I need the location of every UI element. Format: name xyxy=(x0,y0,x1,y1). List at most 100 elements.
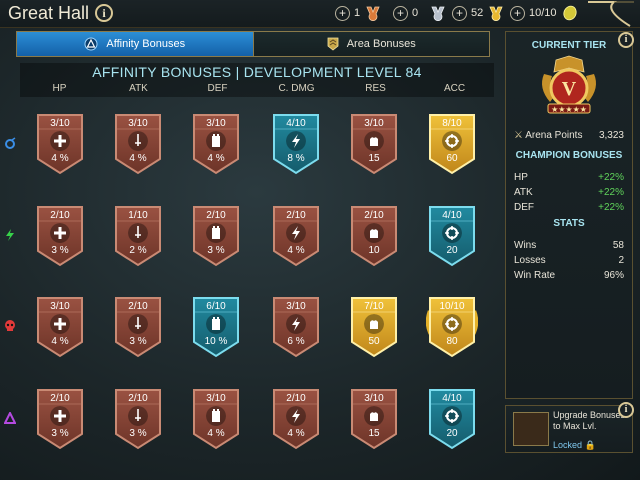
bonus-badge-hp[interactable]: 2/10 3 % xyxy=(34,388,86,452)
bonus-badge-res[interactable]: 3/10 15 xyxy=(348,113,400,177)
bonus-badge-res[interactable]: 2/10 10 xyxy=(348,205,400,269)
upgrade-info-icon[interactable]: i xyxy=(618,402,634,418)
affinity-icon xyxy=(84,37,98,51)
badge-value: 60 xyxy=(446,153,458,164)
stat-row-wins: Wins 58 xyxy=(514,240,624,251)
badge-level: 3/10 xyxy=(50,301,70,312)
def-icon xyxy=(206,131,226,151)
info-icon[interactable]: i xyxy=(95,4,113,22)
bonus-badge-hp[interactable]: 3/10 4 % xyxy=(34,113,86,177)
lock-icon: 🔒 xyxy=(584,440,596,450)
badge-level: 2/10 xyxy=(286,393,306,404)
col-header-def: DEF xyxy=(207,83,228,94)
resource-silver: + 0 xyxy=(393,4,446,22)
badge-value: 10 xyxy=(368,245,380,256)
bonus-badge-acc[interactable]: 4/10 20 xyxy=(426,388,478,452)
res-icon xyxy=(364,406,384,426)
stat-row-losses: Losses 2 xyxy=(514,255,624,266)
badge-level: 7/10 xyxy=(364,301,384,312)
resource-token-value: 10/10 xyxy=(529,7,557,19)
champion-bonuses-heading: CHAMPION BONUSES xyxy=(515,150,623,161)
add-silver-button[interactable]: + xyxy=(393,5,408,21)
acc-icon xyxy=(442,406,462,426)
tab-area-bonuses[interactable]: Area Bonuses xyxy=(252,32,489,56)
stats-list: Wins 58 Losses 2 Win Rate 96% xyxy=(506,238,632,283)
tier-numeral: V xyxy=(562,78,577,100)
badge-value: 3 % xyxy=(51,428,69,439)
badge-value: 3 % xyxy=(129,336,147,347)
arena-points-row: ⚔ Arena Points 3,323 xyxy=(506,130,632,141)
resource-gold-value: 52 xyxy=(471,7,484,19)
res-icon xyxy=(364,223,384,243)
tab-affinity-bonuses[interactable]: Affinity Bonuses xyxy=(17,32,253,56)
badge-value: 4 % xyxy=(287,428,305,439)
hp-icon xyxy=(50,223,70,243)
badge-level: 2/10 xyxy=(128,393,148,404)
badge-value: 4 % xyxy=(51,336,69,347)
bonus-badge-atk[interactable]: 2/10 3 % xyxy=(112,296,164,360)
res-icon xyxy=(364,314,384,334)
force-affinity-icon xyxy=(6,229,14,241)
void-affinity-icon xyxy=(4,412,16,424)
bonus-badge-hp[interactable]: 2/10 3 % xyxy=(34,205,86,269)
badge-value: 6 % xyxy=(287,336,305,347)
bonus-badge-cdmg[interactable]: 3/10 6 % xyxy=(270,296,322,360)
add-token-button[interactable]: + xyxy=(510,5,525,21)
badge-level: 2/10 xyxy=(50,393,70,404)
arena-points-value: 3,323 xyxy=(598,130,624,141)
def-icon xyxy=(206,314,226,334)
upgrade-bonuses-card[interactable]: Upgrade Bonuses to Max Lvl. Locked 🔒 i xyxy=(505,402,634,453)
bonus-badge-cdmg[interactable]: 4/10 8 % xyxy=(270,113,322,177)
badge-level: 2/10 xyxy=(50,210,70,221)
resource-gold: + 52 xyxy=(452,4,504,22)
bonus-badge-acc[interactable]: 10/10 80 xyxy=(426,296,478,360)
col-header-atk: ATK xyxy=(129,83,148,94)
bonus-badge-acc[interactable]: 8/10 60 xyxy=(426,113,478,177)
badge-level: 2/10 xyxy=(364,210,384,221)
badge-level: 4/10 xyxy=(442,393,462,404)
area-icon xyxy=(327,37,339,51)
badge-level: 3/10 xyxy=(364,393,384,404)
bonus-badge-def[interactable]: 3/10 4 % xyxy=(190,388,242,452)
champion-bonuses-list: HP +22% ATK +22% DEF +22% xyxy=(506,170,632,215)
badge-level: 3/10 xyxy=(286,301,306,312)
bonus-badge-hp[interactable]: 3/10 4 % xyxy=(34,296,86,360)
acc-icon xyxy=(442,314,462,334)
bonus-badge-cdmg[interactable]: 2/10 4 % xyxy=(270,388,322,452)
stat-row-winrate: Win Rate 96% xyxy=(514,270,624,281)
def-icon xyxy=(206,406,226,426)
back-button[interactable] xyxy=(584,0,636,28)
col-header-res: RES xyxy=(365,83,386,94)
tab-area-label: Area Bonuses xyxy=(346,38,416,50)
badge-level: 3/10 xyxy=(128,118,148,129)
upgrade-status: Locked 🔒 xyxy=(553,440,596,450)
bonus-badge-atk[interactable]: 2/10 3 % xyxy=(112,388,164,452)
resource-bronze: + 1 xyxy=(335,4,381,22)
page-title: Great Hall xyxy=(8,3,90,23)
bonus-badge-atk[interactable]: 3/10 4 % xyxy=(112,113,164,177)
bonus-badge-def[interactable]: 2/10 3 % xyxy=(190,205,242,269)
tier-info-icon[interactable]: i xyxy=(618,32,634,48)
badge-value: 15 xyxy=(368,428,380,439)
bonus-badge-res[interactable]: 7/10 50 xyxy=(348,296,400,360)
col-header-cdmg: C. DMG xyxy=(278,83,315,94)
add-gold-button[interactable]: + xyxy=(452,5,467,21)
col-header-acc: ACC xyxy=(443,83,466,94)
cdmg-icon xyxy=(286,406,306,426)
badge-level: 3/10 xyxy=(364,118,384,129)
add-bronze-button[interactable]: + xyxy=(335,5,350,21)
bonus-badge-res[interactable]: 3/10 15 xyxy=(348,388,400,452)
bonus-badge-def[interactable]: 3/10 4 % xyxy=(190,113,242,177)
bonus-badge-cdmg[interactable]: 2/10 4 % xyxy=(270,205,322,269)
bonus-badge-atk[interactable]: 1/10 2 % xyxy=(112,205,164,269)
upgrade-text: Upgrade Bonuses to Max Lvl. xyxy=(553,410,626,431)
bonus-badge-def[interactable]: 6/10 10 % xyxy=(190,296,242,360)
atk-icon xyxy=(128,406,148,426)
bonus-badge-acc[interactable]: 4/10 20 xyxy=(426,205,478,269)
upgrade-chest-icon xyxy=(513,412,549,446)
badge-value: 3 % xyxy=(51,245,69,256)
current-tier-heading: CURRENT TIER xyxy=(531,40,607,51)
bonus-row-atk: ATK +22% xyxy=(514,187,624,198)
arena-points-label: ⚔ Arena Points xyxy=(514,130,583,141)
res-icon xyxy=(364,131,384,151)
